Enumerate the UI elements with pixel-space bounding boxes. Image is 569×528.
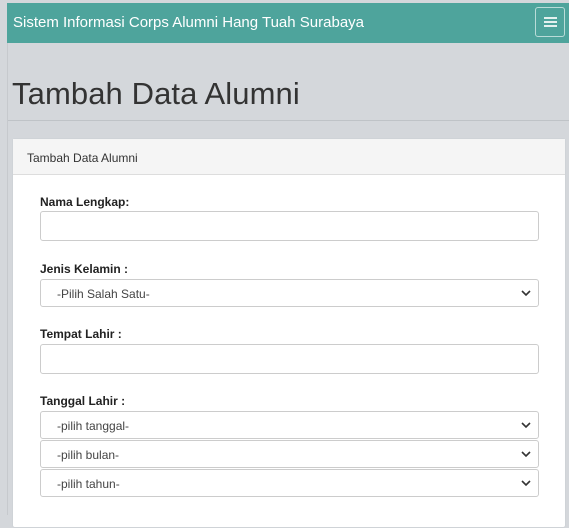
jenis-kelamin-select[interactable]: -Pilih Salah Satu- [40, 279, 539, 307]
nama-lengkap-label: Nama Lengkap: [40, 195, 130, 209]
tempat-lahir-input[interactable] [40, 344, 539, 374]
chevron-down-icon [521, 290, 531, 297]
tahun-selected: -pilih tahun- [57, 477, 120, 491]
menu-icon [544, 25, 557, 27]
tanggal-lahir-label: Tanggal Lahir : [40, 394, 126, 408]
chevron-down-icon [521, 451, 531, 458]
tanggal-selected: -pilih tanggal- [57, 419, 130, 433]
tanggal-select[interactable]: -pilih tanggal- [40, 411, 539, 439]
jenis-kelamin-selected: -Pilih Salah Satu- [57, 287, 150, 301]
menu-icon [544, 17, 557, 19]
tahun-select[interactable]: -pilih tahun- [40, 469, 539, 497]
jenis-kelamin-label: Jenis Kelamin : [40, 262, 129, 276]
title-divider [8, 120, 569, 121]
sidebar-divider [7, 43, 8, 515]
bulan-selected: -pilih bulan- [57, 448, 120, 462]
bulan-select[interactable]: -pilih bulan- [40, 440, 539, 468]
top-navbar: Sistem Informasi Corps Alumni Hang Tuah … [7, 3, 569, 43]
menu-icon [544, 21, 557, 23]
navbar-brand[interactable]: Sistem Informasi Corps Alumni Hang Tuah … [13, 14, 364, 31]
page-title: Tambah Data Alumni [12, 76, 300, 111]
chevron-down-icon [521, 480, 531, 487]
chevron-down-icon [521, 422, 531, 429]
tempat-lahir-label: Tempat Lahir : [40, 327, 122, 341]
menu-toggle-button[interactable] [535, 7, 565, 37]
panel-header: Tambah Data Alumni [13, 139, 565, 175]
nama-lengkap-input[interactable] [40, 211, 539, 241]
panel-header-title: Tambah Data Alumni [27, 151, 138, 165]
